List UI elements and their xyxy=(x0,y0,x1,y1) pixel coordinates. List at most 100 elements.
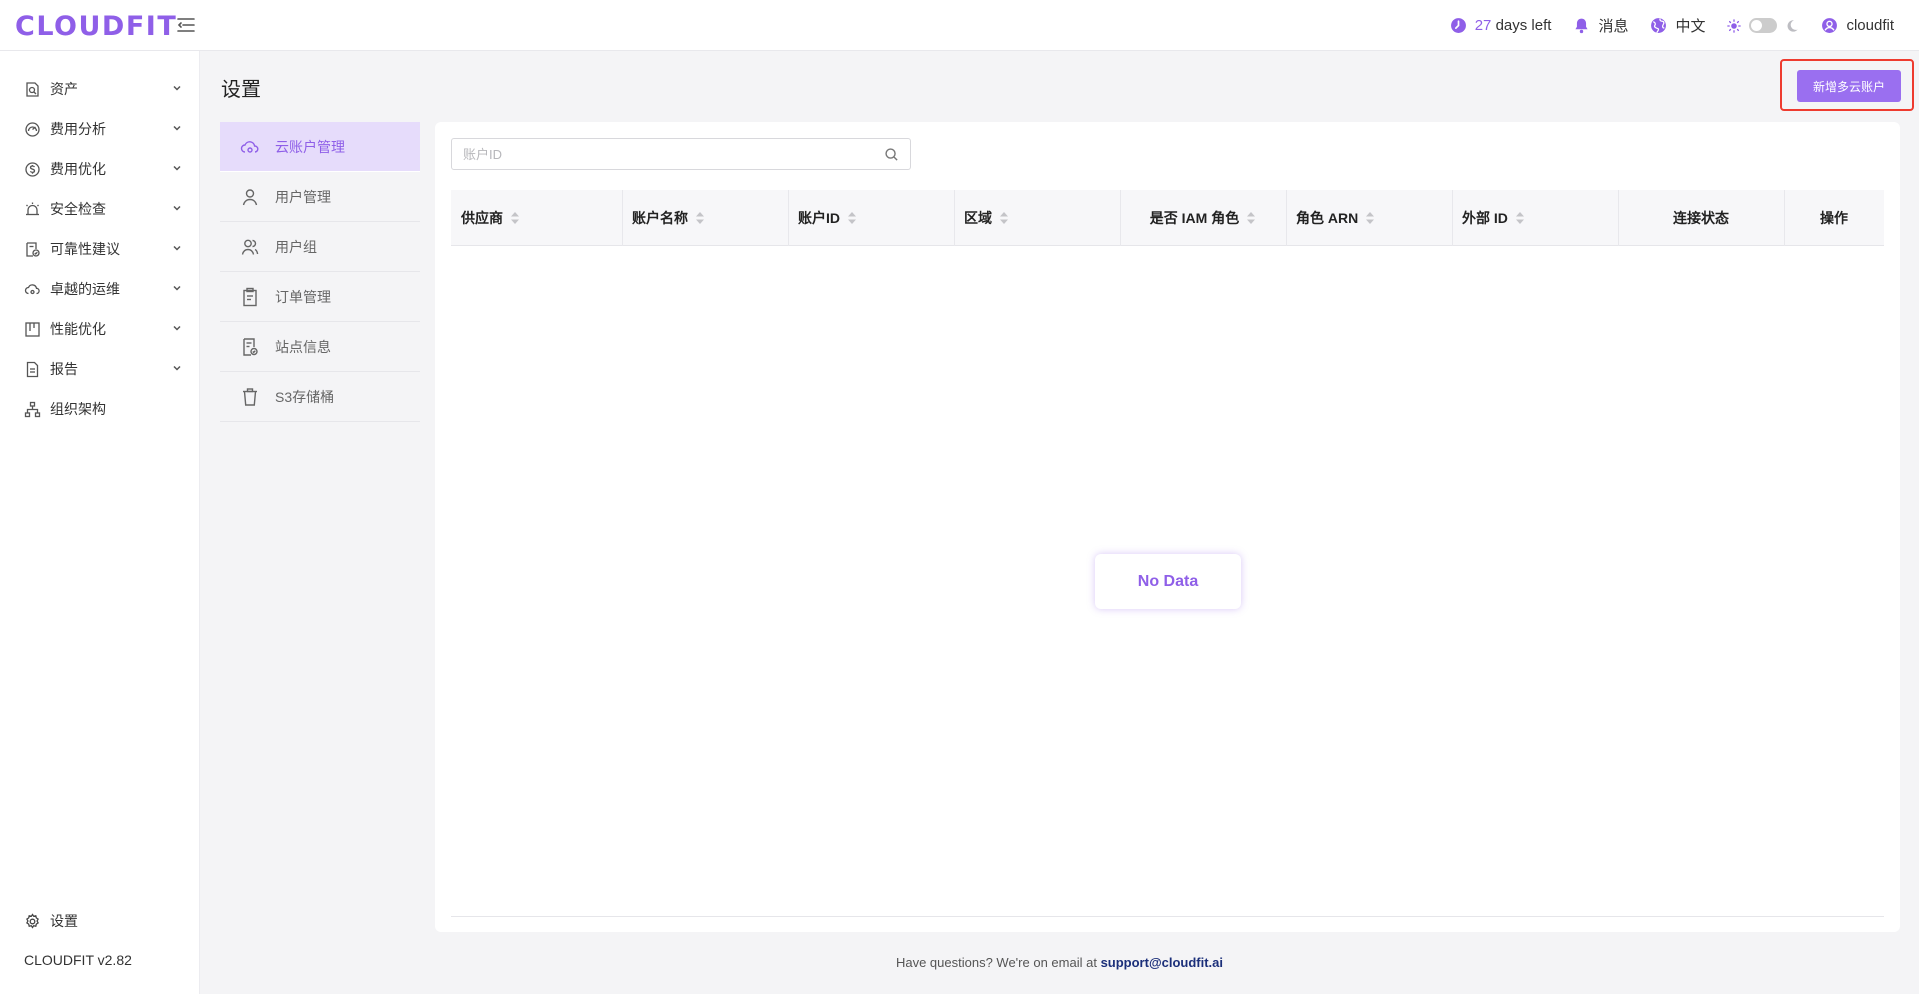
sidebar: 资产 费用分析 费用优化 安全检查 可靠性建议 卓越的运维 性能优化 报告 组织 xyxy=(0,51,200,994)
column-header-role-arn[interactable]: 角色 ARN xyxy=(1286,190,1452,246)
settings-tab-cloud-accounts[interactable]: 云账户管理 xyxy=(220,122,420,172)
theme-switch[interactable] xyxy=(1749,18,1778,33)
menu-toggle-icon[interactable] xyxy=(176,16,196,34)
sidebar-settings-label: 设置 xyxy=(50,913,78,929)
support-email-link[interactable]: support@cloudfit.ai xyxy=(1101,955,1223,970)
settings-tab-label: S3存储桶 xyxy=(275,388,335,405)
settings-tab-label: 用户管理 xyxy=(275,188,331,205)
top-bar: CLOUDFIT 27 days left 消息 中文 cloudfit xyxy=(0,0,1919,51)
sidebar-item-reliability[interactable]: 可靠性建议 xyxy=(0,229,200,269)
column-header-label: 外部 ID xyxy=(1462,210,1508,226)
user-icon xyxy=(242,188,258,205)
language-label: 中文 xyxy=(1675,18,1706,35)
site-info-icon xyxy=(243,337,258,356)
sidebar-item-label: 资产 xyxy=(50,81,78,97)
table-header: 供应商 账户名称 账户ID 区域 是否 IAM 角色 角色 ARN 外部 ID xyxy=(451,190,1884,246)
account-id-search-input[interactable] xyxy=(452,139,872,169)
language-selector[interactable]: 中文 xyxy=(1650,15,1705,36)
footer: Have questions? We're on email at suppor… xyxy=(200,955,1919,970)
dollar-circle-icon xyxy=(25,161,40,177)
footer-text: Have questions? We're on email at xyxy=(895,955,1097,970)
sidebar-item-label: 费用优化 xyxy=(50,161,106,177)
settings-tab-site-info[interactable]: 站点信息 xyxy=(220,322,420,372)
sidebar-item-label: 安全检查 xyxy=(50,201,106,217)
sidebar-item-cost-optimization[interactable]: 费用优化 xyxy=(0,149,200,189)
search-icon[interactable] xyxy=(884,147,899,162)
column-header-label: 连接状态 xyxy=(1673,210,1729,226)
column-header-label: 操作 xyxy=(1820,210,1848,226)
asset-search-icon xyxy=(26,81,39,97)
sidebar-item-label: 报告 xyxy=(50,361,78,377)
order-clipboard-icon xyxy=(243,287,257,306)
theme-toggle[interactable] xyxy=(1727,18,1799,33)
chevron-down-icon xyxy=(173,325,181,331)
sidebar-item-performance[interactable]: 性能优化 xyxy=(0,309,200,349)
cloud-account-icon xyxy=(240,140,259,153)
settings-tab-orders[interactable]: 订单管理 xyxy=(220,272,420,322)
moon-icon xyxy=(1788,19,1799,32)
column-header-iam-role[interactable]: 是否 IAM 角色 xyxy=(1120,190,1286,246)
dashboard-gauge-icon xyxy=(25,121,40,137)
chevron-down-icon xyxy=(173,85,181,91)
chevron-down-icon xyxy=(173,245,181,251)
sidebar-item-label: 可靠性建议 xyxy=(50,241,120,257)
sidebar-item-cost-analysis[interactable]: 费用分析 xyxy=(0,109,200,149)
column-header-label: 供应商 xyxy=(461,210,503,226)
chevron-down-icon xyxy=(173,285,181,291)
sort-icon[interactable] xyxy=(695,211,705,225)
trial-status[interactable]: 27 days left xyxy=(1450,17,1552,34)
cloud-accounts-panel: 供应商 账户名称 账户ID 区域 是否 IAM 角色 角色 ARN 外部 ID xyxy=(435,122,1900,932)
sidebar-item-security-check[interactable]: 安全检查 xyxy=(0,189,200,229)
settings-tab-label: 订单管理 xyxy=(275,288,331,305)
settings-tab-s3-buckets[interactable]: S3存储桶 xyxy=(220,372,420,422)
column-header-label: 区域 xyxy=(964,210,992,226)
sidebar-item-reports[interactable]: 报告 xyxy=(0,349,200,389)
globe-icon xyxy=(1651,18,1667,33)
column-header-region[interactable]: 区域 xyxy=(954,190,1120,246)
settings-tab-label: 云账户管理 xyxy=(275,138,345,155)
empty-state: No Data xyxy=(1095,554,1241,609)
settings-nav: 云账户管理 用户管理 用户组 订单管理 站点信息 S3存储桶 xyxy=(220,122,420,422)
column-header-account-id[interactable]: 账户ID xyxy=(788,190,954,246)
clock-icon xyxy=(1450,18,1466,33)
cloud-ops-icon xyxy=(24,283,40,294)
sidebar-item-org-structure[interactable]: 组织架构 xyxy=(0,389,200,429)
table-divider xyxy=(451,916,1884,917)
sidebar-item-operations[interactable]: 卓越的运维 xyxy=(0,269,200,309)
user-menu[interactable]: cloudfit xyxy=(1821,17,1894,34)
messages-button[interactable]: 消息 xyxy=(1573,15,1628,36)
sidebar-item-label: 费用分析 xyxy=(50,121,106,137)
column-header-actions: 操作 xyxy=(1784,190,1884,246)
sort-icon[interactable] xyxy=(1246,211,1256,225)
settings-tab-label: 站点信息 xyxy=(275,338,331,355)
sort-icon[interactable] xyxy=(999,211,1009,225)
sort-icon[interactable] xyxy=(510,211,520,225)
alarm-icon xyxy=(26,202,39,215)
column-header-label: 是否 IAM 角色 xyxy=(1149,210,1240,226)
sidebar-item-label: 卓越的运维 xyxy=(50,281,120,297)
sidebar-item-settings[interactable]: 设置 xyxy=(0,901,200,941)
user-avatar-icon xyxy=(1822,18,1838,33)
chevron-down-icon xyxy=(173,205,181,211)
chevron-down-icon xyxy=(173,365,181,371)
page-title: 设置 xyxy=(221,79,261,101)
app-version: CLOUDFIT v2.82 xyxy=(24,952,132,968)
sort-icon[interactable] xyxy=(1515,211,1525,225)
trial-days-label: days left xyxy=(1495,17,1552,34)
report-document-icon xyxy=(26,361,39,377)
sidebar-item-assets[interactable]: 资产 xyxy=(0,69,200,109)
sort-icon[interactable] xyxy=(1365,211,1375,225)
app-logo[interactable]: CLOUDFIT xyxy=(15,11,177,42)
add-multicloud-account-button[interactable]: 新增多云账户 xyxy=(1797,70,1901,102)
sort-icon[interactable] xyxy=(847,211,857,225)
org-chart-icon xyxy=(24,401,41,417)
chevron-down-icon xyxy=(173,125,181,131)
column-header-provider[interactable]: 供应商 xyxy=(451,190,622,246)
settings-tab-user-groups[interactable]: 用户组 xyxy=(220,222,420,272)
column-header-label: 账户名称 xyxy=(632,210,688,226)
bell-icon xyxy=(1575,18,1588,34)
column-header-external-id[interactable]: 外部 ID xyxy=(1452,190,1618,246)
column-header-account-name[interactable]: 账户名称 xyxy=(622,190,788,246)
settings-tab-users[interactable]: 用户管理 xyxy=(220,172,420,222)
username-label: cloudfit xyxy=(1846,17,1894,34)
